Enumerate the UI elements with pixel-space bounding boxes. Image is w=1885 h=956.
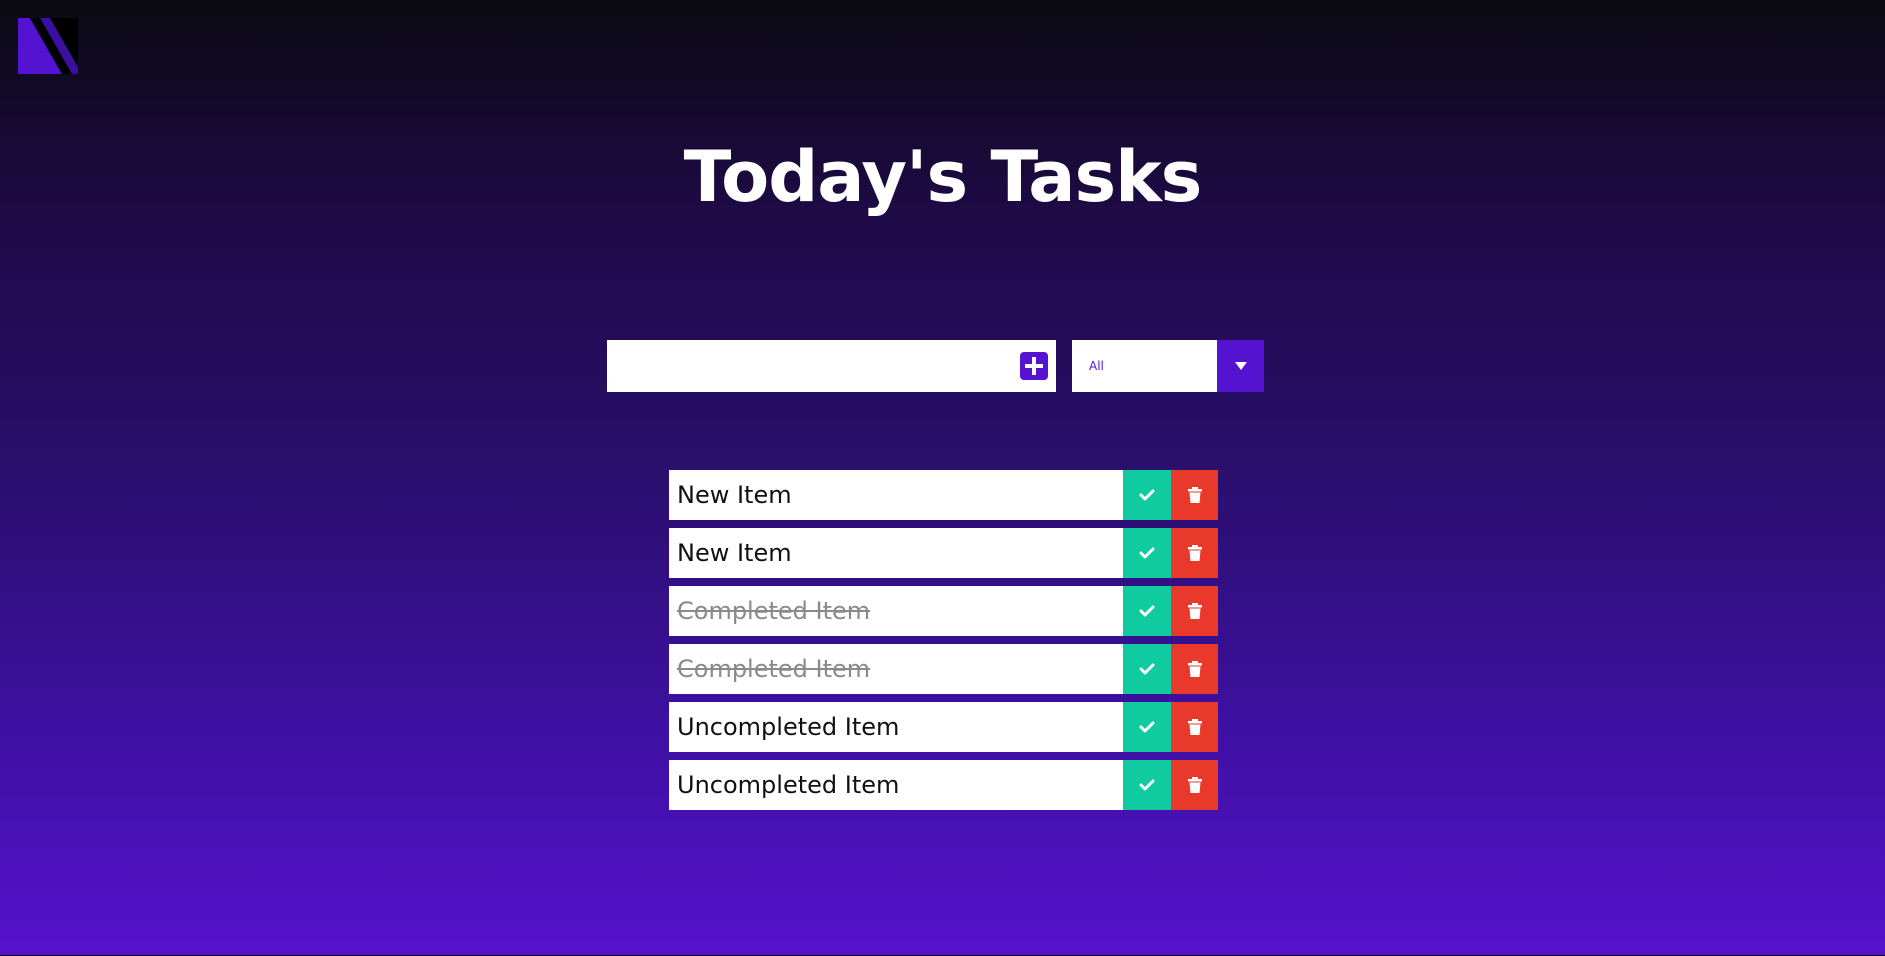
todo-item: Uncompleted Item: [669, 702, 1218, 752]
todo-item: New Item: [669, 528, 1218, 578]
todo-item: New Item: [669, 470, 1218, 520]
todo-text: Uncompleted Item: [677, 771, 900, 799]
check-icon: [1139, 663, 1155, 675]
todo-list: New Item New Item Completed Item Completed …: [669, 470, 1218, 818]
todo-item: Completed Item: [669, 586, 1218, 636]
complete-button[interactable]: [1123, 528, 1171, 578]
todo-text: New Item: [677, 539, 792, 567]
filter-selected-value: All: [1089, 359, 1104, 373]
trash-icon: [1187, 777, 1202, 793]
todo-text: New Item: [677, 481, 792, 509]
check-icon: [1139, 779, 1155, 791]
todo-form: All: [607, 340, 1264, 392]
trash-icon: [1187, 661, 1202, 677]
caret-down-icon[interactable]: [1217, 340, 1264, 392]
check-icon: [1139, 489, 1155, 501]
todo-item: Completed Item: [669, 644, 1218, 694]
todo-text: Uncompleted Item: [677, 713, 900, 741]
todo-input[interactable]: [607, 340, 1012, 392]
add-todo-button[interactable]: [1020, 352, 1048, 380]
todo-text: Completed Item: [677, 655, 871, 683]
trash-icon: [1187, 603, 1202, 619]
complete-button[interactable]: [1123, 644, 1171, 694]
brand-logo-icon[interactable]: [18, 18, 78, 74]
trash-icon: [1187, 545, 1202, 561]
trash-icon: [1187, 719, 1202, 735]
check-icon: [1139, 721, 1155, 733]
delete-button[interactable]: [1171, 702, 1218, 752]
filter-select[interactable]: All: [1072, 340, 1264, 392]
delete-button[interactable]: [1171, 470, 1218, 520]
delete-button[interactable]: [1171, 760, 1218, 810]
complete-button[interactable]: [1123, 702, 1171, 752]
complete-button[interactable]: [1123, 760, 1171, 810]
complete-button[interactable]: [1123, 470, 1171, 520]
check-icon: [1139, 605, 1155, 617]
todo-input-wrapper: [607, 340, 1056, 392]
plus-square-icon: [1025, 357, 1043, 375]
trash-icon: [1187, 487, 1202, 503]
todo-item: Uncompleted Item: [669, 760, 1218, 810]
delete-button[interactable]: [1171, 586, 1218, 636]
delete-button[interactable]: [1171, 528, 1218, 578]
todo-text: Completed Item: [677, 597, 871, 625]
delete-button[interactable]: [1171, 644, 1218, 694]
page-title: Today's Tasks: [683, 136, 1203, 218]
check-icon: [1139, 547, 1155, 559]
complete-button[interactable]: [1123, 586, 1171, 636]
